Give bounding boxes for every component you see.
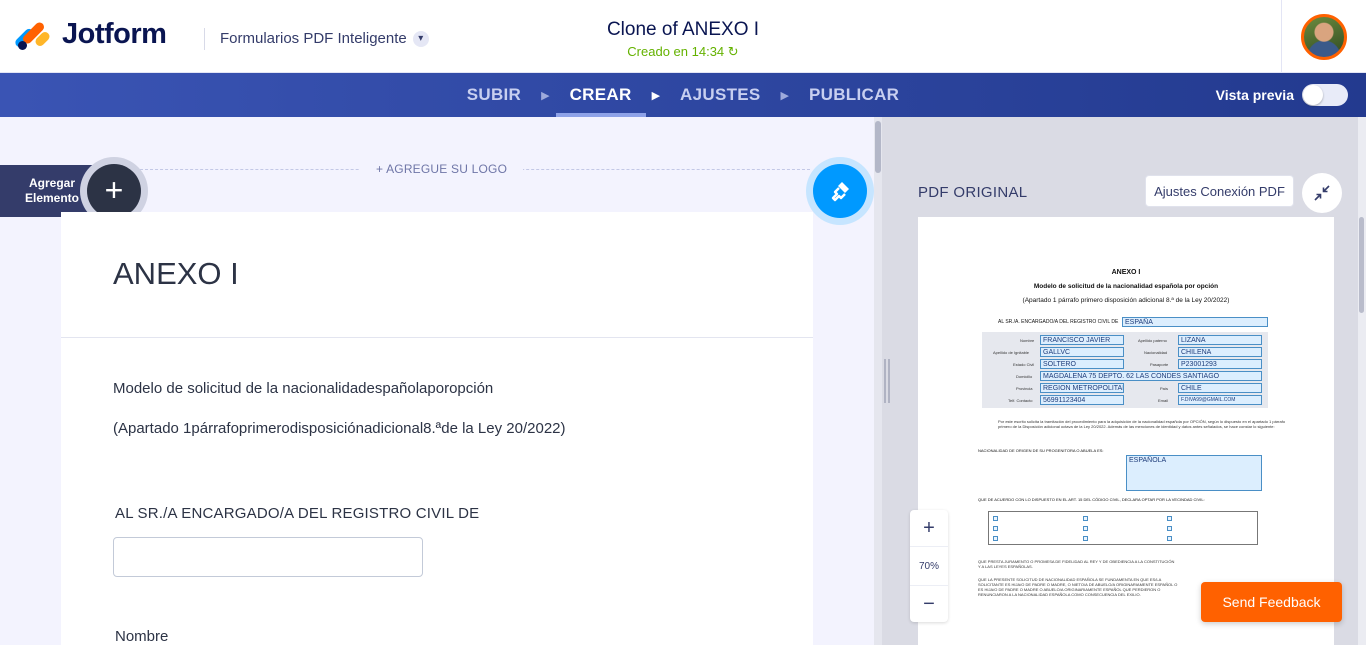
form-title[interactable]: Clone of ANEXO I bbox=[607, 19, 759, 40]
pdf-label: Nacionalidad bbox=[1144, 350, 1168, 355]
pdf-field-apellido[interactable]: GALLVC bbox=[1040, 347, 1124, 357]
pdf-fundamento-text: QUE LA PRESENTE SOLICITUD DE NACIONALIDA… bbox=[978, 577, 1178, 597]
product-switcher[interactable]: Formularios PDF Inteligente ▾ bbox=[220, 30, 429, 47]
tab-publicar[interactable]: PUBLICAR bbox=[795, 73, 913, 117]
pdf-registro-label: AL SR./A. ENCARGADO/A DEL REGISTRO CIVIL… bbox=[998, 319, 1119, 325]
chevron-right-icon: ▶ bbox=[780, 89, 790, 102]
checkbox[interactable] bbox=[993, 516, 998, 521]
preview-toggle-group: Vista previa bbox=[1216, 84, 1348, 106]
pdf-field-nacionalidad-origen[interactable]: ESPAÑOLA bbox=[1126, 455, 1262, 491]
pdf-field-pais[interactable]: CHILE bbox=[1178, 383, 1262, 393]
zoom-controls: + 70% − bbox=[910, 510, 948, 622]
pdf-scrollbar[interactable] bbox=[1358, 117, 1366, 645]
checkbox[interactable] bbox=[1083, 526, 1088, 531]
tab-crear[interactable]: CREAR bbox=[555, 73, 646, 117]
pdf-field-estado-civil[interactable]: SOLTERO bbox=[1040, 359, 1124, 369]
pdf-subtitle-2: (Apartado 1 párrafo primero disposición … bbox=[1022, 297, 1230, 304]
panel-resize-handle[interactable] bbox=[884, 359, 890, 403]
pdf-label: Provincia bbox=[1016, 386, 1033, 391]
pdf-field-pasaporte[interactable]: P23001293 bbox=[1178, 359, 1262, 369]
preview-label: Vista previa bbox=[1215, 87, 1294, 103]
collapse-icon bbox=[1314, 185, 1330, 201]
tab-ajustes[interactable]: AJUSTES bbox=[666, 73, 775, 117]
pdf-field-telefono[interactable]: 56991123404 bbox=[1040, 395, 1124, 405]
checkbox[interactable] bbox=[1167, 526, 1172, 531]
pdf-label: País bbox=[1160, 386, 1169, 391]
pdf-label: Apellido paterno bbox=[1138, 338, 1167, 343]
form-designer-button[interactable] bbox=[806, 157, 874, 225]
pdf-field-provincia[interactable]: REGION METROPOLITANA bbox=[1040, 383, 1124, 393]
pdf-label: Domicilio bbox=[1016, 374, 1033, 379]
pdf-label: Nombre bbox=[1020, 338, 1035, 343]
product-name: Formularios PDF Inteligente bbox=[220, 30, 407, 47]
pdf-heading: ANEXO I bbox=[1111, 269, 1141, 276]
checkbox[interactable] bbox=[993, 536, 998, 541]
send-feedback-button[interactable]: Send Feedback bbox=[1201, 582, 1342, 622]
jotform-logo-icon bbox=[13, 19, 52, 51]
form-builder-canvas: + AGREGUE SU LOGO Agregar Elemento + ANE… bbox=[0, 117, 874, 645]
jotform-logo[interactable]: Jotform bbox=[13, 18, 167, 51]
checkbox[interactable] bbox=[1167, 516, 1172, 521]
registro-civil-input[interactable] bbox=[113, 537, 423, 577]
checkbox[interactable] bbox=[1083, 516, 1088, 521]
brand-name: Jotform bbox=[62, 18, 167, 50]
pdf-field-domicilio[interactable]: MAGDALENA 75 DEPTO. 62 LAS CONDES SANTIA… bbox=[1040, 371, 1262, 381]
divider bbox=[61, 337, 813, 338]
builder-scrollbar[interactable] bbox=[874, 117, 882, 645]
pdf-page: ANEXO I Modelo de solicitud de la nacion… bbox=[918, 217, 1334, 645]
step-navbar: SUBIR ▶ CREAR ▶ AJUSTES ▶ PUBLICAR Vista… bbox=[0, 73, 1366, 117]
pdf-connection-settings-button[interactable]: Ajustes Conexión PDF bbox=[1145, 175, 1294, 207]
tab-subir[interactable]: SUBIR bbox=[453, 73, 535, 117]
pdf-juramento-text: QUE PRESTA JURAMENTO O PROMESA DE FIDELI… bbox=[978, 559, 1175, 569]
collapse-panel-button[interactable] bbox=[1302, 173, 1342, 213]
pdf-field-email[interactable]: F.DIVA99@GMAIL.COM bbox=[1178, 395, 1262, 405]
pdf-label: Telf. Contacto bbox=[1008, 398, 1033, 403]
scroll-thumb[interactable] bbox=[875, 121, 881, 173]
zoom-out-button[interactable]: − bbox=[910, 586, 948, 622]
plus-icon: + bbox=[87, 164, 141, 218]
pdf-nacionalidad-label: NACIONALIDAD DE ORIGEN DE SU PROGENITORA… bbox=[978, 448, 1104, 453]
field-label-registro[interactable]: AL SR./A ENCARGADO/A DEL REGISTRO CIVIL … bbox=[115, 505, 479, 522]
zoom-in-button[interactable]: + bbox=[910, 510, 948, 546]
pdf-vecindad-box bbox=[988, 511, 1258, 545]
pdf-field-nombre[interactable]: FRANCISCO JAVIER bbox=[1040, 335, 1124, 345]
add-logo-link[interactable]: + AGREGUE SU LOGO bbox=[360, 162, 524, 176]
checkbox[interactable] bbox=[1083, 536, 1088, 541]
checkbox[interactable] bbox=[993, 526, 998, 531]
refresh-icon: ↻ bbox=[727, 44, 739, 59]
scroll-thumb[interactable] bbox=[1359, 217, 1364, 313]
chevron-down-icon: ▾ bbox=[412, 30, 429, 47]
paragraph-text[interactable]: (Apartado 1párrafoprimerodisposiciónadic… bbox=[113, 420, 566, 437]
pdf-label: Apellido de Ignitable bbox=[993, 350, 1030, 355]
pdf-label: Estado Civil bbox=[1013, 362, 1035, 367]
zoom-level: 70% bbox=[910, 546, 948, 586]
pdf-field-registro[interactable]: ESPAÑA bbox=[1122, 317, 1268, 327]
form-heading[interactable]: ANEXO I bbox=[113, 256, 239, 292]
add-element-label: Agregar Elemento bbox=[24, 176, 79, 205]
user-menu[interactable] bbox=[1281, 0, 1366, 73]
pdf-subtitle: Modelo de solicitud de la nacionalidad e… bbox=[1033, 283, 1219, 290]
pdf-body-text: Por este escrito solicita la tramitación… bbox=[998, 419, 1286, 429]
pdf-vecindad-label: QUE DE ACUERDO CON LO DISPUESTO EN EL AR… bbox=[978, 497, 1205, 502]
pdf-preview-panel: PDF ORIGINAL Ajustes Conexión PDF ANEXO … bbox=[882, 117, 1366, 645]
header-divider bbox=[204, 28, 205, 50]
checkbox[interactable] bbox=[1167, 536, 1172, 541]
preview-toggle[interactable] bbox=[1302, 84, 1348, 106]
avatar[interactable] bbox=[1301, 13, 1347, 60]
paint-roller-icon bbox=[813, 164, 867, 218]
saved-status-text: Creado en 14:34 bbox=[627, 44, 725, 59]
app-header: Jotform Formularios PDF Inteligente ▾ Cl… bbox=[0, 0, 1366, 73]
pdf-field-nacionalidad[interactable]: CHILENA bbox=[1178, 347, 1262, 357]
pdf-label: Pasaporte bbox=[1150, 362, 1169, 367]
pdf-panel-title: PDF ORIGINAL bbox=[918, 184, 1028, 201]
form-card: ANEXO I Modelo de solicitud de la nacion… bbox=[61, 212, 813, 645]
pdf-field-apellido-paterno[interactable]: LIZANA bbox=[1178, 335, 1262, 345]
chevron-right-icon: ▶ bbox=[541, 89, 550, 102]
pdf-label: Email bbox=[1158, 398, 1169, 403]
paragraph-text[interactable]: Modelo de solicitud de la nacionalidades… bbox=[113, 380, 493, 397]
chevron-right-icon: ▶ bbox=[651, 89, 661, 102]
field-label-nombre[interactable]: Nombre bbox=[115, 628, 168, 645]
